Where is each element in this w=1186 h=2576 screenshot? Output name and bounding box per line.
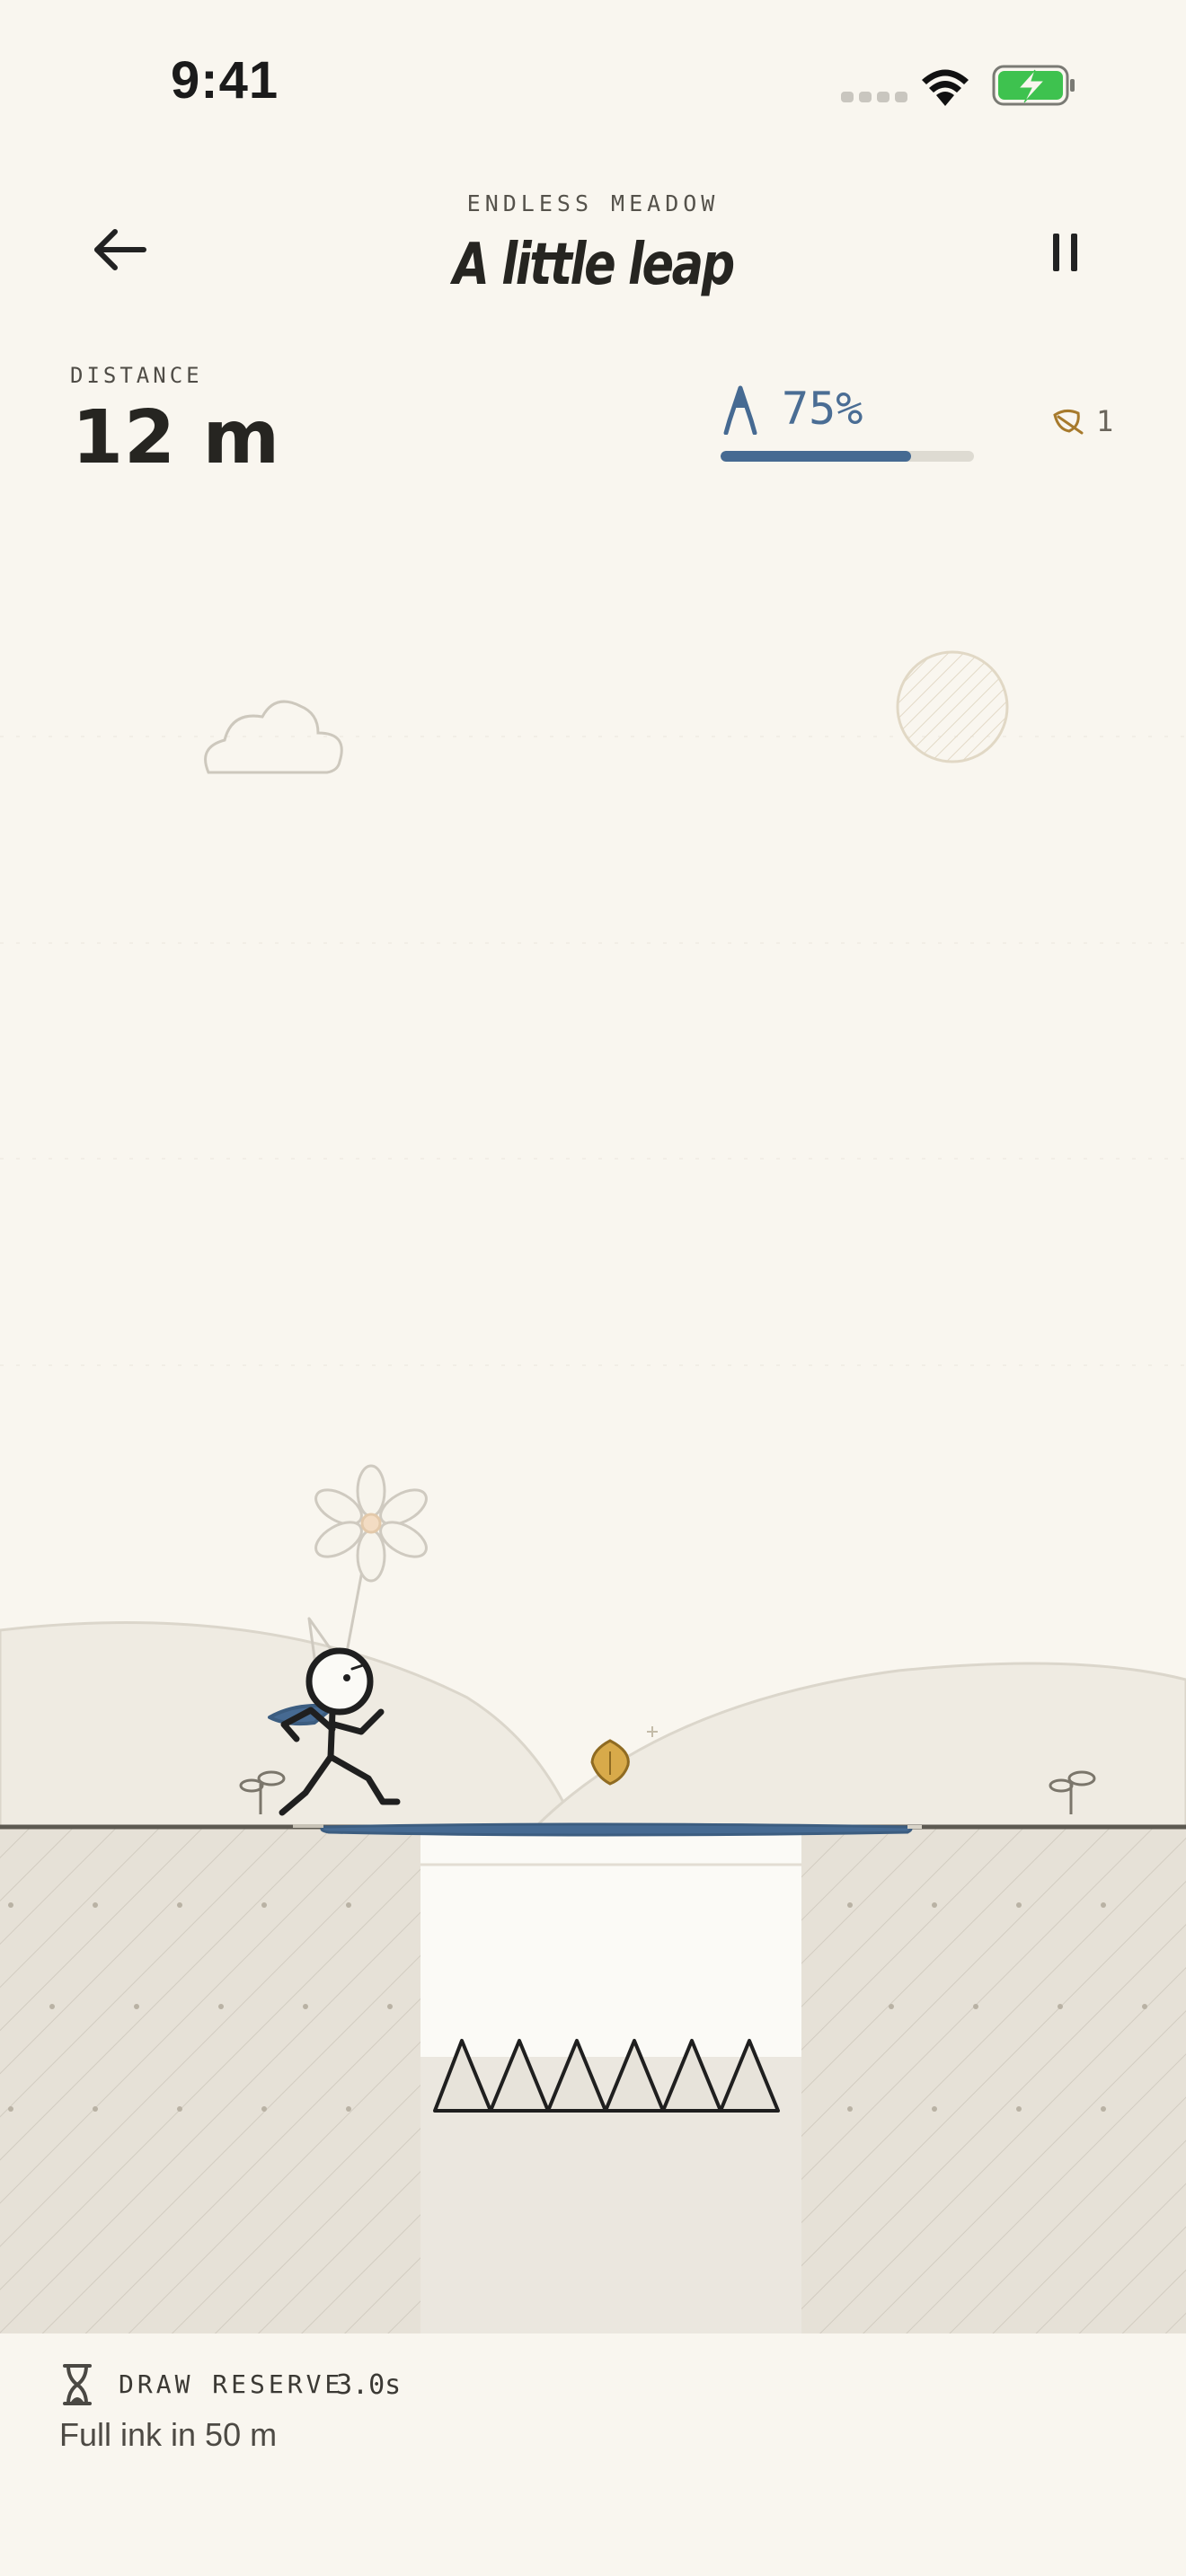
signal-dots-icon: [841, 92, 907, 102]
distance-label: DISTANCE: [70, 363, 203, 388]
status-time: 9:41: [171, 51, 279, 110]
pause-button[interactable]: [1042, 223, 1093, 280]
leaf-icon: [1053, 409, 1084, 435]
distance-value: 12 m: [72, 395, 281, 481]
cloud-icon: [204, 700, 343, 774]
pen-nib-icon: [723, 385, 757, 435]
flower-icon: [314, 1464, 428, 1663]
status-icons: [841, 65, 1075, 106]
battery-charging-icon: [992, 65, 1075, 106]
mode-label: ENDLESS MEADOW: [466, 190, 720, 216]
ink-bridge[interactable]: [320, 1822, 913, 1837]
ink-meter: [721, 451, 974, 462]
wifi-icon: [922, 69, 969, 106]
leaf-count: 1: [1096, 404, 1114, 438]
game-scene[interactable]: [0, 0, 1186, 2335]
hourglass-icon: [63, 2364, 92, 2405]
level-title: A little leap: [453, 232, 735, 298]
draw-reserve-value: 3.0s: [336, 2369, 402, 2401]
ink-meter-fill: [721, 451, 911, 462]
pause-icon: [1053, 234, 1077, 271]
full-ink-hint: Full ink in 50 m: [59, 2416, 278, 2453]
sun-icon: [896, 650, 1009, 763]
draw-reserve-label: DRAW RESERVE: [119, 2369, 344, 2399]
ink-percent: 75%: [782, 383, 863, 435]
